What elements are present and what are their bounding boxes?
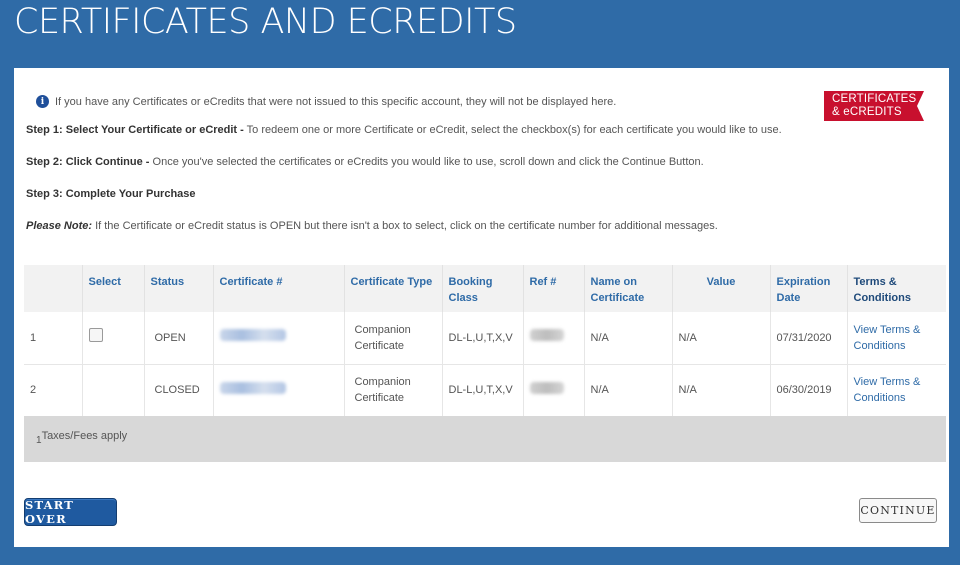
table-footnote: 1Taxes/Fees apply xyxy=(24,416,946,462)
booking-class-cell: DL-L,U,T,X,V xyxy=(442,312,524,365)
certificate-number-link[interactable] xyxy=(219,329,286,342)
step-3: Step 3: Complete Your Purchase xyxy=(26,188,196,200)
footnote-text: Taxes/Fees apply xyxy=(41,430,128,442)
terms-cell: View Terms & Conditions xyxy=(847,312,946,365)
table-header-row: Select Status Certificate # Certificate … xyxy=(24,265,946,312)
continue-button[interactable]: CONTINUE xyxy=(859,498,937,523)
header-ref: Ref # xyxy=(523,265,585,312)
name-cell: N/A xyxy=(584,312,673,365)
view-terms-link[interactable]: View Terms & Conditions xyxy=(854,376,921,404)
certificate-number-cell xyxy=(213,364,345,417)
header-booking-class: Booking Class xyxy=(442,265,524,312)
terms-cell: View Terms & Conditions xyxy=(847,364,946,417)
header-certificate: Certificate # xyxy=(213,265,345,312)
header-number xyxy=(24,265,83,312)
header-status: Status xyxy=(144,265,214,312)
table-row: 1 OPEN Companion Certificate DL-L,U,T,X,… xyxy=(24,312,946,365)
ref-cell xyxy=(523,364,585,417)
select-checkbox[interactable] xyxy=(88,328,103,343)
status-cell: OPEN xyxy=(144,312,214,365)
header-type: Certificate Type xyxy=(344,265,443,312)
certificates-panel: i If you have any Certificates or eCredi… xyxy=(14,68,949,547)
certificate-number-link[interactable] xyxy=(219,381,286,394)
value-cell: N/A xyxy=(672,364,771,417)
info-icon: i xyxy=(36,95,49,108)
value-cell: N/A xyxy=(672,312,771,365)
certificate-type-cell: Companion Certificate xyxy=(344,312,443,365)
certificate-type-cell: Companion Certificate xyxy=(344,364,443,417)
row-number: 1 xyxy=(24,312,83,365)
select-cell xyxy=(82,312,145,365)
header-terms: Terms & Conditions xyxy=(847,265,946,312)
certificate-number-cell xyxy=(213,312,345,365)
ref-number-redacted xyxy=(529,329,564,342)
select-cell xyxy=(82,364,145,417)
status-cell: CLOSED xyxy=(144,364,214,417)
name-cell: N/A xyxy=(584,364,673,417)
certificates-table: Select Status Certificate # Certificate … xyxy=(24,265,946,417)
step-2: Step 2: Click Continue - Once you've sel… xyxy=(26,156,704,168)
ref-number-redacted xyxy=(529,381,564,394)
row-number: 2 xyxy=(24,364,83,417)
expiration-cell: 06/30/2019 xyxy=(770,364,848,417)
header-select: Select xyxy=(82,265,145,312)
info-text: If you have any Certificates or eCredits… xyxy=(55,95,617,108)
start-over-button[interactable]: START OVER xyxy=(24,498,117,526)
header-expiration: Expiration Date xyxy=(770,265,848,312)
expiration-cell: 07/31/2020 xyxy=(770,312,848,365)
certificates-logo: CERTIFICATES & eCREDITS xyxy=(824,91,924,121)
ref-cell xyxy=(523,312,585,365)
view-terms-link[interactable]: View Terms & Conditions xyxy=(854,324,921,352)
page-title: CERTIFICATES AND ECREDITS xyxy=(14,2,517,42)
info-message: i If you have any Certificates or eCredi… xyxy=(36,95,616,108)
table-row: 2 CLOSED Companion Certificate DL-L,U,T,… xyxy=(24,364,946,417)
header-name: Name on Certificate xyxy=(584,265,673,312)
please-note: Please Note: If the Certificate or eCred… xyxy=(26,220,718,232)
header-value: Value xyxy=(672,265,771,312)
booking-class-cell: DL-L,U,T,X,V xyxy=(442,364,524,417)
step-1: Step 1: Select Your Certificate or eCred… xyxy=(26,124,782,136)
